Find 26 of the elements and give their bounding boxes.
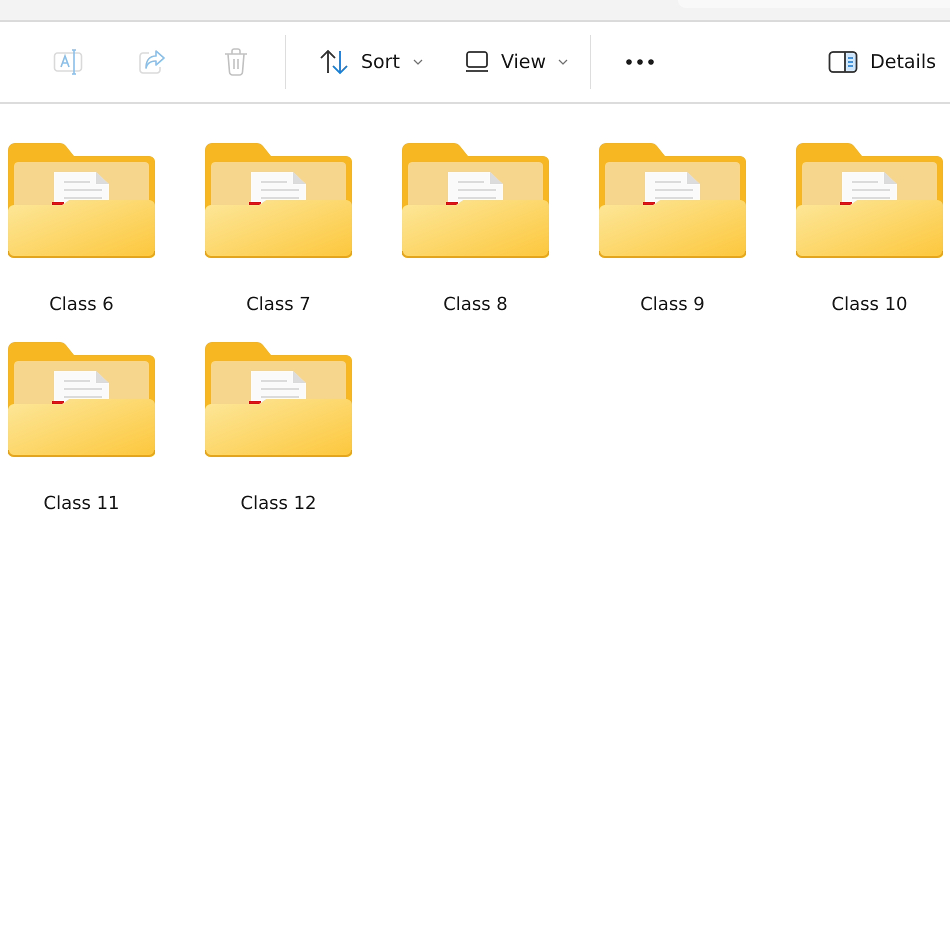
folder-icon[interactable] — [8, 142, 155, 258]
delete-icon — [224, 48, 248, 76]
details-button[interactable]: Details — [820, 42, 950, 82]
folder-name[interactable]: Class 9 — [599, 294, 746, 315]
chevron-icon — [412, 58, 424, 66]
share-icon — [138, 49, 166, 75]
sort-icon — [319, 49, 349, 75]
folder-icon[interactable] — [205, 142, 352, 258]
folder-name[interactable]: Class 8 — [402, 294, 549, 315]
folder-name[interactable]: Class 12 — [205, 493, 352, 514]
folder-name[interactable]: Class 11 — [8, 493, 155, 514]
folder-icon[interactable] — [796, 142, 943, 258]
view-button[interactable]: View — [450, 42, 584, 82]
folder-name[interactable]: Class 7 — [205, 294, 352, 315]
folder-icon[interactable] — [402, 142, 549, 258]
folder-name[interactable]: Class 10 — [796, 294, 943, 315]
folder-icon[interactable] — [205, 341, 352, 457]
details-pane-icon — [828, 50, 858, 74]
sort-button[interactable]: Sort — [305, 42, 438, 82]
view-icon — [464, 50, 490, 74]
chevron-icon — [557, 58, 570, 66]
rename-icon — [53, 48, 83, 76]
folder-name[interactable]: Class 6 — [8, 294, 155, 315]
more-icon — [625, 58, 656, 66]
folder-icon[interactable] — [599, 142, 746, 258]
folder-icon[interactable] — [8, 341, 155, 457]
